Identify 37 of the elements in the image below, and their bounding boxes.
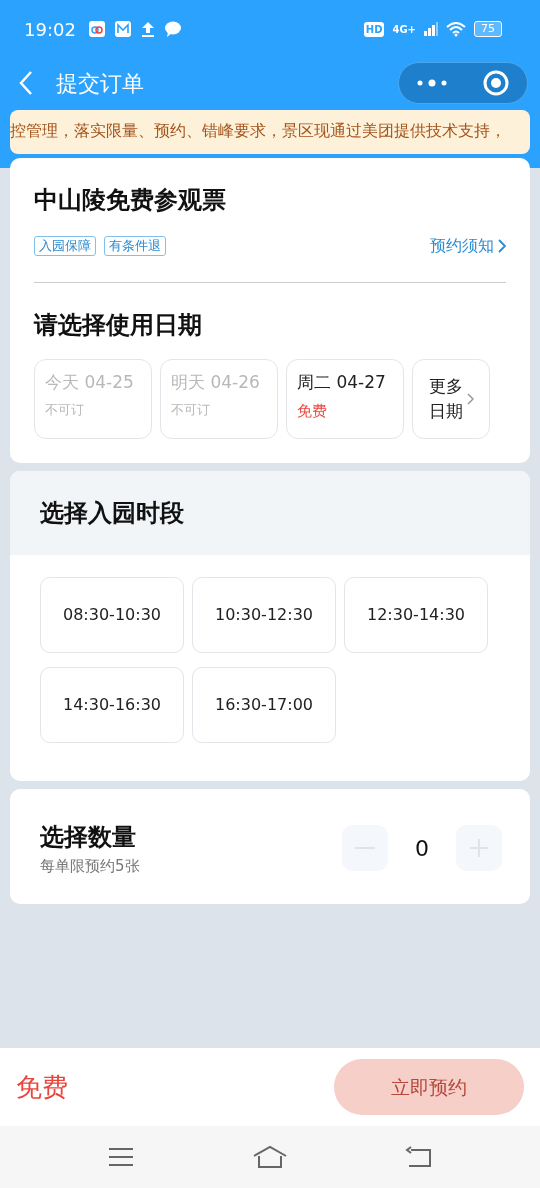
upload-icon [139, 20, 156, 38]
page-title: 提交订单 [56, 69, 145, 98]
time-slot-option[interactable]: 08:30-10:30 [40, 577, 184, 653]
chat-icon [163, 20, 182, 38]
ticket-title: 中山陵免费参观票 [34, 185, 227, 216]
date-option[interactable]: 周二 04-27 免费 [286, 359, 404, 439]
target-icon[interactable] [482, 69, 510, 97]
chevron-right-icon [466, 393, 474, 405]
home-icon[interactable] [252, 1145, 288, 1169]
wifi-icon [446, 21, 466, 37]
section-title: 请选择使用日期 [34, 310, 203, 341]
status-time: 19:02 [24, 17, 76, 42]
more-dates-button[interactable]: 更多 日期 [412, 359, 490, 439]
notice-link[interactable]: 预约须知 [430, 234, 506, 258]
signal-icon [424, 22, 438, 36]
tag: 入园保障 [34, 236, 96, 256]
menu-icon[interactable] [106, 1146, 135, 1168]
time-slot-option[interactable]: 16:30-17:00 [192, 667, 336, 743]
chevron-right-icon [498, 239, 506, 253]
section-title: 选择入园时段 [40, 498, 184, 529]
capsule-menu[interactable] [398, 62, 528, 104]
tag: 有条件退 [104, 236, 166, 256]
section-title: 选择数量 [40, 822, 137, 853]
limit-hint: 每单限预约5张 [40, 856, 141, 877]
time-slot-option[interactable]: 14:30-16:30 [40, 667, 184, 743]
time-slot-option[interactable]: 10:30-12:30 [192, 577, 336, 653]
time-slot-option[interactable]: 12:30-14:30 [344, 577, 488, 653]
hd-badge: HD [363, 21, 385, 37]
quantity-value: 0 [414, 834, 430, 863]
mail-icon [113, 20, 132, 38]
app-icon [87, 20, 106, 38]
back-icon[interactable] [405, 1146, 434, 1168]
battery-level: 75 [474, 21, 502, 37]
more-icon[interactable] [416, 78, 448, 88]
network-label: 4G+ [392, 22, 416, 37]
price-text: 免费 [16, 1070, 68, 1104]
notice-text: 控管理，落实限量、预约、错峰要求，景区现通过美团提供技术支持， [10, 121, 506, 143]
